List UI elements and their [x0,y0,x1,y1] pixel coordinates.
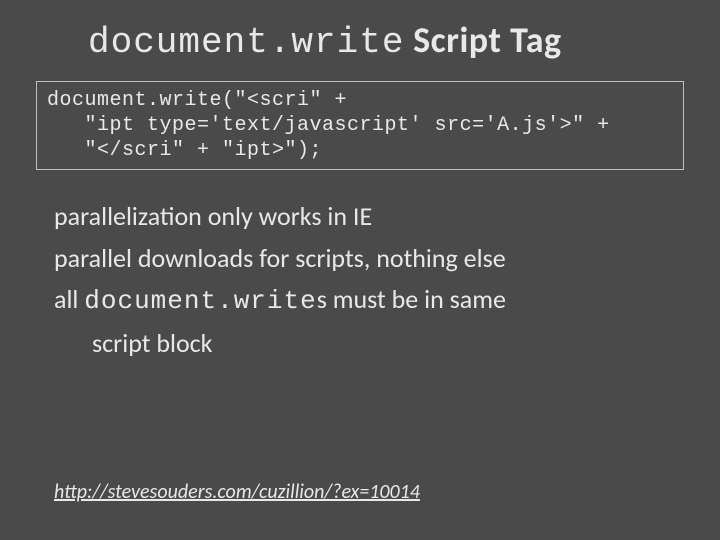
slide: document.write Script Tag document.write… [0,0,720,363]
title-text: Script Tag [404,18,561,62]
body-line-3: all document.writes must be in same [54,281,672,321]
code-line-2: "ipt type='text/javascript' src='A.js'>"… [47,114,610,137]
body-text: parallelization only works in IE paralle… [48,198,672,363]
code-line-3: "</scri" + "ipt>"); [47,139,322,162]
body-line-3a: all [54,283,84,315]
body-line-3-cont: script block [54,325,672,363]
body-line-2: parallel downloads for scripts, nothing … [54,240,672,278]
code-line-1: document.write("<scri" + [47,89,347,112]
body-line-1: parallelization only works in IE [54,198,672,236]
title-code: document.write [88,22,404,63]
slide-title: document.write Script Tag [48,18,672,63]
body-line-3-code: document.write [84,286,316,316]
source-url[interactable]: http://stevesouders.com/cuzillion/?ex=10… [54,480,420,504]
code-block: document.write("<scri" + "ipt type='text… [36,81,684,170]
body-line-3b: s must be in same [317,283,506,315]
